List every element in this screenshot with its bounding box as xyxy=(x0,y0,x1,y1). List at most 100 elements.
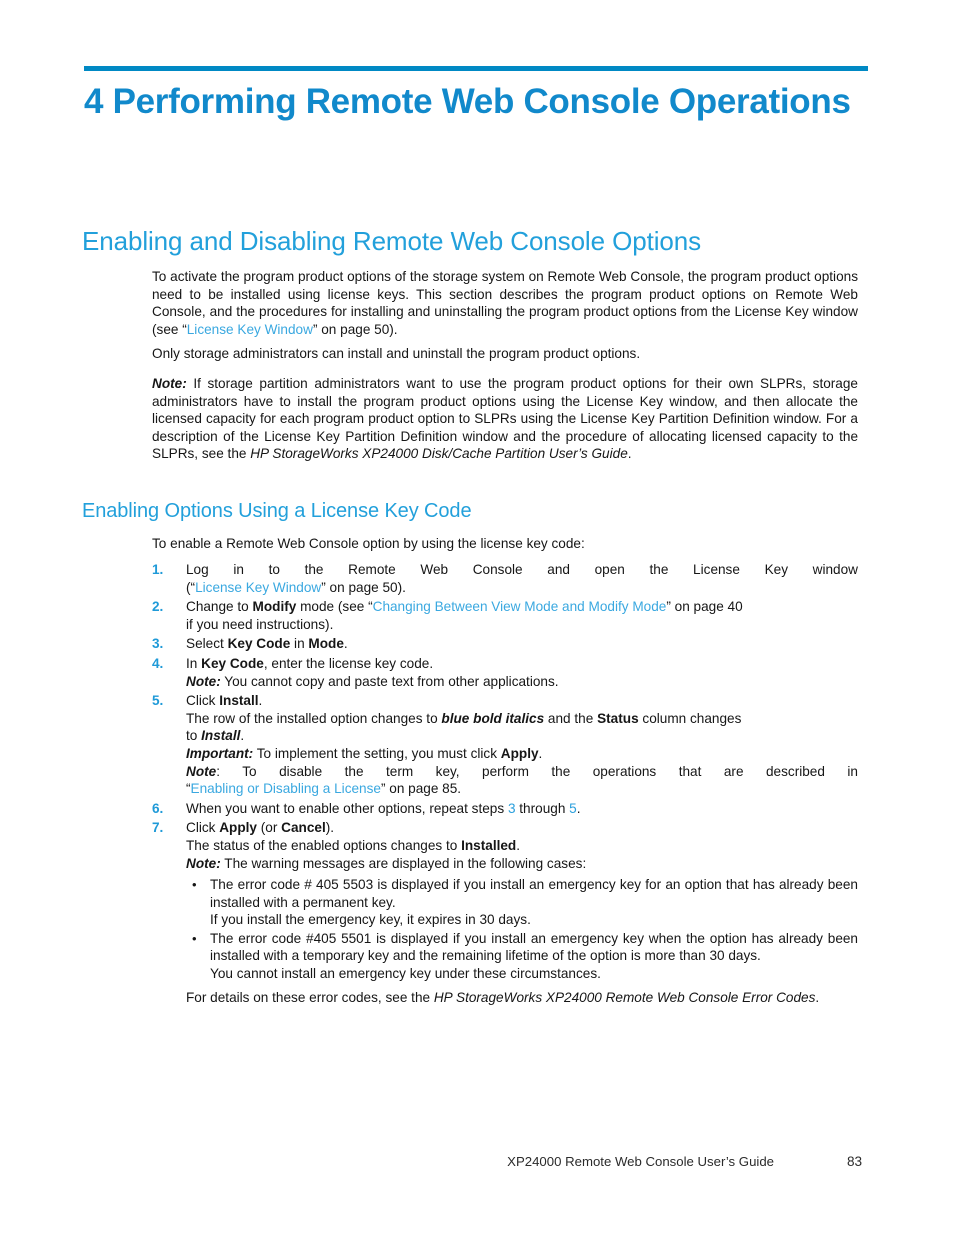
step-6-number: 6. xyxy=(152,800,164,816)
step-5-important-pre: To implement the setting, you must click xyxy=(253,745,501,761)
step-4-note-label: Note: xyxy=(186,673,221,689)
step-2: 2. Change to Modify mode (see “Changing … xyxy=(152,598,858,633)
step-6-pre: When you want to enable other options, r… xyxy=(186,800,508,816)
step-5-line-1: Click Install. xyxy=(186,692,858,710)
step-1-line-1: Log in to the Remote Web Console and ope… xyxy=(186,562,858,577)
closing-book-title: HP StorageWorks XP24000 Remote Web Conso… xyxy=(433,989,816,1005)
step-3-pre: Select xyxy=(186,636,228,652)
document-page: 4 Performing Remote Web Console Operatio… xyxy=(0,0,954,1235)
step-1-number: 1. xyxy=(152,562,164,577)
chapter-top-rule xyxy=(84,66,868,71)
bullet-item-2: • The error code #405 5501 is displayed … xyxy=(188,930,858,983)
step-5-post: . xyxy=(258,693,263,709)
subsection-lead-in: To enable a Remote Web Console option by… xyxy=(152,536,585,551)
step-5-result-blue-bold-italics: blue bold italics xyxy=(441,710,545,726)
step-2-mid: mode (see “ xyxy=(296,599,373,615)
step-7-closing-paragraph: For details on these error codes, see th… xyxy=(186,989,858,1007)
step-5-important-bold-apply: Apply xyxy=(500,745,539,761)
step-7-pre: Click xyxy=(186,820,220,836)
step-7-number: 7. xyxy=(152,820,164,836)
step-4-note: Note: You cannot copy and paste text fro… xyxy=(186,673,858,691)
step-5-note-text: : To disable the term key, perform the o… xyxy=(216,763,858,779)
step-4: 4. In Key Code, enter the license key co… xyxy=(152,655,858,690)
step-3-post: . xyxy=(343,636,348,652)
intro-text-part2: ” on page 50). xyxy=(312,321,398,337)
bullet-2-text: The error code #405 5501 is displayed if… xyxy=(210,930,858,964)
subsection-heading: Enabling Options Using a License Key Cod… xyxy=(82,500,472,522)
step-5-important-post: . xyxy=(538,745,543,761)
admin-paragraph: Only storage administrators can install … xyxy=(152,346,641,361)
procedure-step-list: 1. Log in to the Remote Web Console and … xyxy=(152,561,858,1008)
step-5-important: Important: To implement the setting, you… xyxy=(186,745,858,763)
warning-case-bullet-list: • The error code # 405 5503 is displayed… xyxy=(186,876,858,983)
step-5-result-line-2: to Install. xyxy=(186,727,858,745)
step-2-post: ” on page 40 xyxy=(666,599,743,615)
step-5-result-line2-pre: to xyxy=(186,728,202,744)
chapter-title: 4 Performing Remote Web Console Operatio… xyxy=(84,82,851,121)
step-5-result-line2-post: . xyxy=(240,728,245,744)
section-intro-paragraph: To activate the program product options … xyxy=(152,268,858,338)
step-5-note-label: Note xyxy=(186,763,217,779)
step-reference-3[interactable]: 3 xyxy=(508,801,516,816)
step-5-result-post: column changes xyxy=(638,710,742,726)
step-5-note: Note: To disable the term key, perform t… xyxy=(186,763,858,781)
step-3-number: 3. xyxy=(152,636,164,652)
bullet-marker-icon: • xyxy=(192,877,197,893)
footer-page-number: 83 xyxy=(847,1154,863,1169)
step-2-line-1: Change to Modify mode (see “Changing Bet… xyxy=(186,598,858,616)
step-3: 3. Select Key Code in Mode. xyxy=(152,635,858,653)
bullet-item-1: • The error code # 405 5503 is displayed… xyxy=(188,876,858,929)
bullet-1-text: The error code # 405 5503 is displayed i… xyxy=(210,877,858,910)
link-enabling-or-disabling-a-license[interactable]: Enabling or Disabling a License xyxy=(191,781,381,796)
note-book-title: HP StorageWorks XP24000 Disk/Cache Parti… xyxy=(250,446,628,462)
step-5-result-line-1: The row of the installed option changes … xyxy=(186,710,858,728)
step-5-result-mid: and the xyxy=(544,710,598,726)
step-5-bold-install: Install xyxy=(219,693,259,709)
link-license-key-window-step1[interactable]: License Key Window xyxy=(195,580,321,595)
step-1-line-2: (“License Key Window” on page 50). xyxy=(186,579,858,597)
step-7-status-line: The status of the enabled options change… xyxy=(186,837,858,855)
bullet-marker-icon: • xyxy=(192,930,197,946)
note-tail: . xyxy=(627,446,632,462)
step-2-number: 2. xyxy=(152,599,164,615)
step-6-mid: through xyxy=(515,800,570,816)
closing-pre: For details on these error codes, see th… xyxy=(186,989,434,1005)
step-6-line-1: When you want to enable other options, r… xyxy=(186,800,858,818)
step-1: 1. Log in to the Remote Web Console and … xyxy=(152,561,858,596)
step-7-line-1: Click Apply (or Cancel). xyxy=(186,819,858,837)
step-7-note: Note: The warning messages are displayed… xyxy=(186,855,858,873)
section-note-paragraph: Note: If storage partition administrator… xyxy=(152,375,858,463)
step-6: 6. When you want to enable other options… xyxy=(152,800,858,818)
step-6-post: . xyxy=(576,800,581,816)
step-2-bold-modify: Modify xyxy=(252,599,297,615)
step-3-line-1: Select Key Code in Mode. xyxy=(186,635,858,653)
step-5: 5. Click Install. The row of the install… xyxy=(152,692,858,798)
step-2-line-2: if you need instructions). xyxy=(186,616,334,632)
link-license-key-window[interactable]: License Key Window xyxy=(187,322,313,337)
step-7-status-bold-installed: Installed xyxy=(461,837,517,853)
step-5-note-link-line: “Enabling or Disabling a License” on pag… xyxy=(186,780,858,798)
step-5-important-label: Important: xyxy=(186,745,254,761)
step-reference-5[interactable]: 5 xyxy=(569,801,577,816)
step-7-post: ). xyxy=(325,820,335,836)
link-changing-between-view-mode[interactable]: Changing Between View Mode and Modify Mo… xyxy=(373,599,667,614)
page-footer: XP24000 Remote Web Console User’s Guide … xyxy=(0,1153,954,1173)
step-4-pre: In xyxy=(186,655,202,671)
footer-guide-title: XP24000 Remote Web Console User’s Guide xyxy=(507,1154,774,1169)
step-5-result-line2-install: Install xyxy=(201,728,241,744)
step-7-mid: (or xyxy=(257,820,282,836)
step-4-post: , enter the license key code. xyxy=(263,655,434,671)
note-label: Note: xyxy=(152,376,187,391)
section-heading: Enabling and Disabling Remote Web Consol… xyxy=(82,226,701,256)
step-7-bold-apply: Apply xyxy=(219,820,257,836)
step-3-mid: in xyxy=(290,636,309,652)
step-4-line-1: In Key Code, enter the license key code. xyxy=(186,655,858,673)
step-4-note-text: You cannot copy and paste text from othe… xyxy=(220,673,559,689)
step-3-bold-key-code: Key Code xyxy=(227,636,291,652)
step-4-number: 4. xyxy=(152,655,164,671)
step-7-bold-cancel: Cancel xyxy=(281,820,326,836)
bullet-1-extra-line: If you install the emergency key, it exp… xyxy=(210,912,531,928)
step-1-quote-open: (“ xyxy=(186,579,196,595)
step-3-bold-mode: Mode xyxy=(308,636,344,652)
step-5-result-bold-status: Status xyxy=(597,710,639,726)
